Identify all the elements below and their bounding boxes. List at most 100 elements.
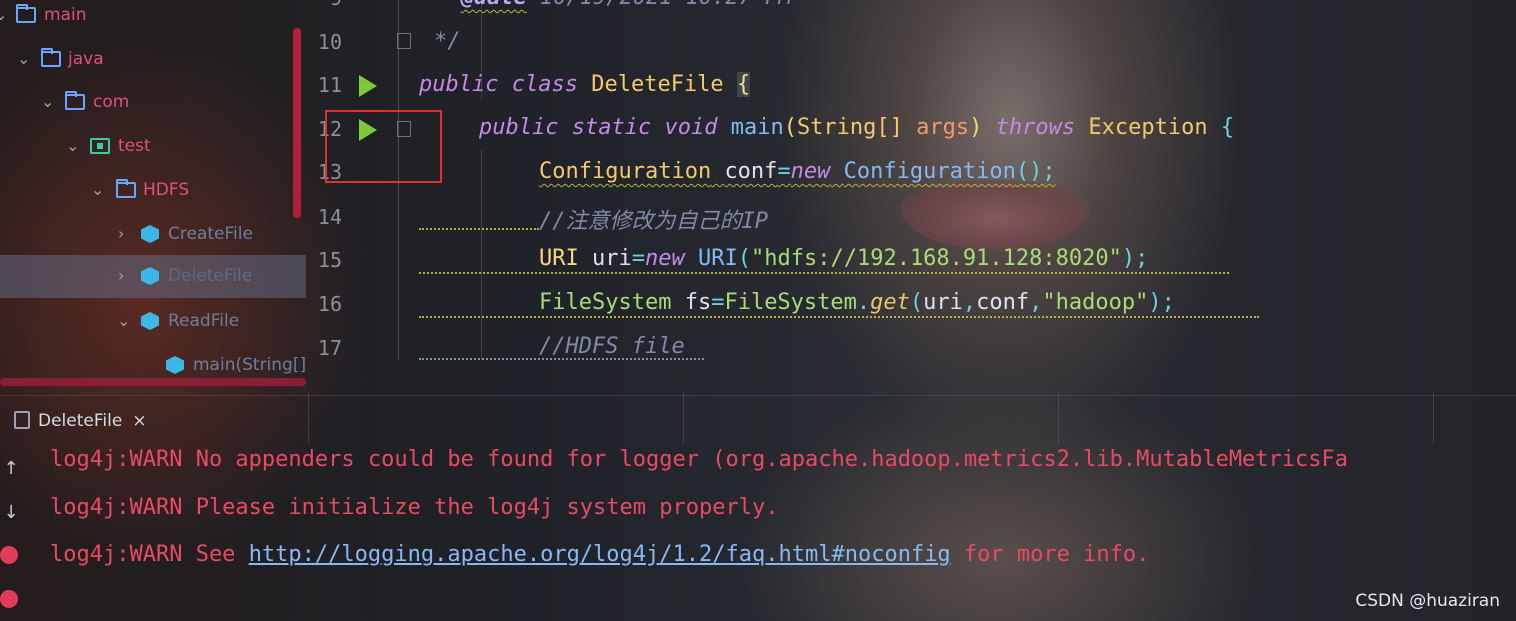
console-link[interactable]: http://logging.apache.org/log4j/1.2/faq.… xyxy=(249,542,951,567)
fold-marker-icon[interactable] xyxy=(397,121,411,137)
chevron-down-icon[interactable]: ⌄ xyxy=(117,306,130,336)
code-token: Exception xyxy=(1088,115,1208,140)
tree-item-main-method[interactable]: main(String[] xyxy=(0,350,306,394)
code-token: static xyxy=(571,115,652,140)
warning-underline xyxy=(419,316,1259,318)
run-class-icon[interactable] xyxy=(359,75,377,97)
code-token: { xyxy=(736,72,751,97)
code-line-11: public class DeleteFile { xyxy=(419,72,751,97)
console-line: log4j:WARN Please initialize the log4j s… xyxy=(50,495,779,520)
chevron-down-icon[interactable]: ⌄ xyxy=(0,0,7,30)
tree-item-label: main xyxy=(44,5,87,25)
code-token: ) xyxy=(969,115,983,140)
chevron-right-icon[interactable]: › xyxy=(118,261,124,291)
code-token: * xyxy=(434,0,461,10)
code-token: ); xyxy=(1148,290,1175,315)
line-number: 16 xyxy=(317,292,342,316)
code-token: public xyxy=(479,115,559,140)
console-line: log4j:WARN No appenders could be found f… xyxy=(50,447,1349,472)
code-token: Configuration xyxy=(843,159,1016,184)
folder-icon xyxy=(41,48,61,67)
project-tree: ⌄ main ⌄ java ⌄ com ⌄ test ⌄ HDFS › Crea… xyxy=(0,0,306,386)
code-token: ( xyxy=(909,290,924,315)
code-token: void xyxy=(664,115,718,140)
tree-item-label: com xyxy=(93,92,130,112)
code-token: ); xyxy=(1121,246,1149,271)
soft-wrap-icon[interactable] xyxy=(0,546,18,564)
code-token: { xyxy=(1220,115,1235,140)
code-line-13: Configuration conf=new Configuration(); xyxy=(539,159,1056,184)
tree-item-hdfs[interactable]: ⌄ HDFS xyxy=(0,175,306,219)
tree-item-label: DeleteFile xyxy=(168,266,253,286)
code-token: . xyxy=(856,290,871,315)
code-token: get xyxy=(870,290,910,315)
tree-item-main[interactable]: ⌄ main xyxy=(0,0,306,44)
code-token: 10/19/2021 10:27 PM xyxy=(527,0,792,10)
code-token: new xyxy=(790,159,831,184)
fold-marker-icon[interactable] xyxy=(397,33,411,49)
code-token: args xyxy=(916,115,970,140)
folder-icon xyxy=(116,179,136,198)
code-token: class xyxy=(511,72,578,97)
run-main-icon[interactable] xyxy=(359,119,377,141)
chevron-right-icon[interactable]: › xyxy=(118,219,124,249)
code-token: ( xyxy=(783,115,797,140)
code-line-16: FileSystem fs=FileSystem.get(uri,conf,"h… xyxy=(539,290,1175,315)
tree-item-com[interactable]: ⌄ com xyxy=(0,87,306,131)
line-number: 13 xyxy=(317,160,342,184)
chevron-down-icon[interactable]: ⌄ xyxy=(66,131,79,161)
code-token: Configuration xyxy=(539,159,712,184)
tree-vertical-scrollbar[interactable] xyxy=(293,28,301,218)
line-number: 11 xyxy=(317,73,342,97)
arrow-down-icon[interactable]: ↓ xyxy=(0,502,22,523)
code-token: uri xyxy=(592,246,632,271)
code-token: uri xyxy=(923,290,963,315)
method-icon xyxy=(166,356,184,374)
code-line-12: public static void main(String[] args) t… xyxy=(479,115,1234,140)
tree-item-test[interactable]: ⌄ test xyxy=(0,131,306,175)
console-text: log4j:WARN See xyxy=(50,542,249,567)
chevron-down-icon[interactable]: ⌄ xyxy=(41,87,54,117)
scroll-to-end-icon[interactable] xyxy=(0,590,18,608)
run-config-icon xyxy=(14,411,30,429)
code-token: "hadoop" xyxy=(1042,290,1149,315)
code-line-9: * @date 10/19/2021 10:27 PM xyxy=(434,0,792,10)
code-token: "hdfs://192.168.91.128:8020" xyxy=(751,246,1122,271)
tree-item-java[interactable]: ⌄ java xyxy=(0,44,306,88)
class-icon xyxy=(141,312,159,330)
code-token: , xyxy=(1029,290,1043,315)
tree-item-deletefile[interactable]: › DeleteFile xyxy=(0,255,306,298)
folder-icon xyxy=(16,4,36,23)
chevron-down-icon[interactable]: ⌄ xyxy=(17,44,30,74)
code-line-14: //注意修改为自己的IP xyxy=(539,209,768,234)
tree-item-label: test xyxy=(118,136,151,156)
console-line: log4j:WARN See http://logging.apache.org… xyxy=(50,542,1149,567)
arrow-up-icon[interactable]: ↑ xyxy=(0,458,22,479)
chevron-down-icon[interactable]: ⌄ xyxy=(91,175,104,205)
package-icon xyxy=(90,138,110,154)
code-token: FileSystem xyxy=(724,290,857,315)
warning-underline xyxy=(419,358,704,360)
code-line-10: */ xyxy=(434,29,461,54)
run-tab-deletefile[interactable]: DeleteFile × xyxy=(14,406,147,436)
code-line-15: URI uri=new URI("hdfs://192.168.91.128:8… xyxy=(539,246,1148,271)
code-token: (); xyxy=(1015,159,1056,184)
close-icon[interactable]: × xyxy=(132,411,146,431)
warning-underline xyxy=(419,228,539,230)
divider xyxy=(1433,392,1434,444)
indent-guide xyxy=(481,150,482,360)
class-icon xyxy=(141,225,159,243)
code-token: = xyxy=(777,159,791,184)
tree-horizontal-scrollbar[interactable] xyxy=(0,378,306,386)
tree-item-label: HDFS xyxy=(143,180,190,200)
folder-icon xyxy=(65,91,85,110)
gutter-divider xyxy=(398,0,399,360)
code-token: fs xyxy=(684,290,712,315)
tree-item-readfile[interactable]: ⌄ ReadFile xyxy=(0,306,306,350)
code-token: main xyxy=(730,115,784,140)
warning-underline xyxy=(419,272,1229,274)
tree-item-label: java xyxy=(68,49,104,69)
code-editor[interactable]: 9 10 11 12 13 14 15 16 17 * @date 10/19/… xyxy=(306,0,1516,360)
code-token: ( xyxy=(737,246,751,271)
run-tool-window-header xyxy=(0,395,1516,446)
